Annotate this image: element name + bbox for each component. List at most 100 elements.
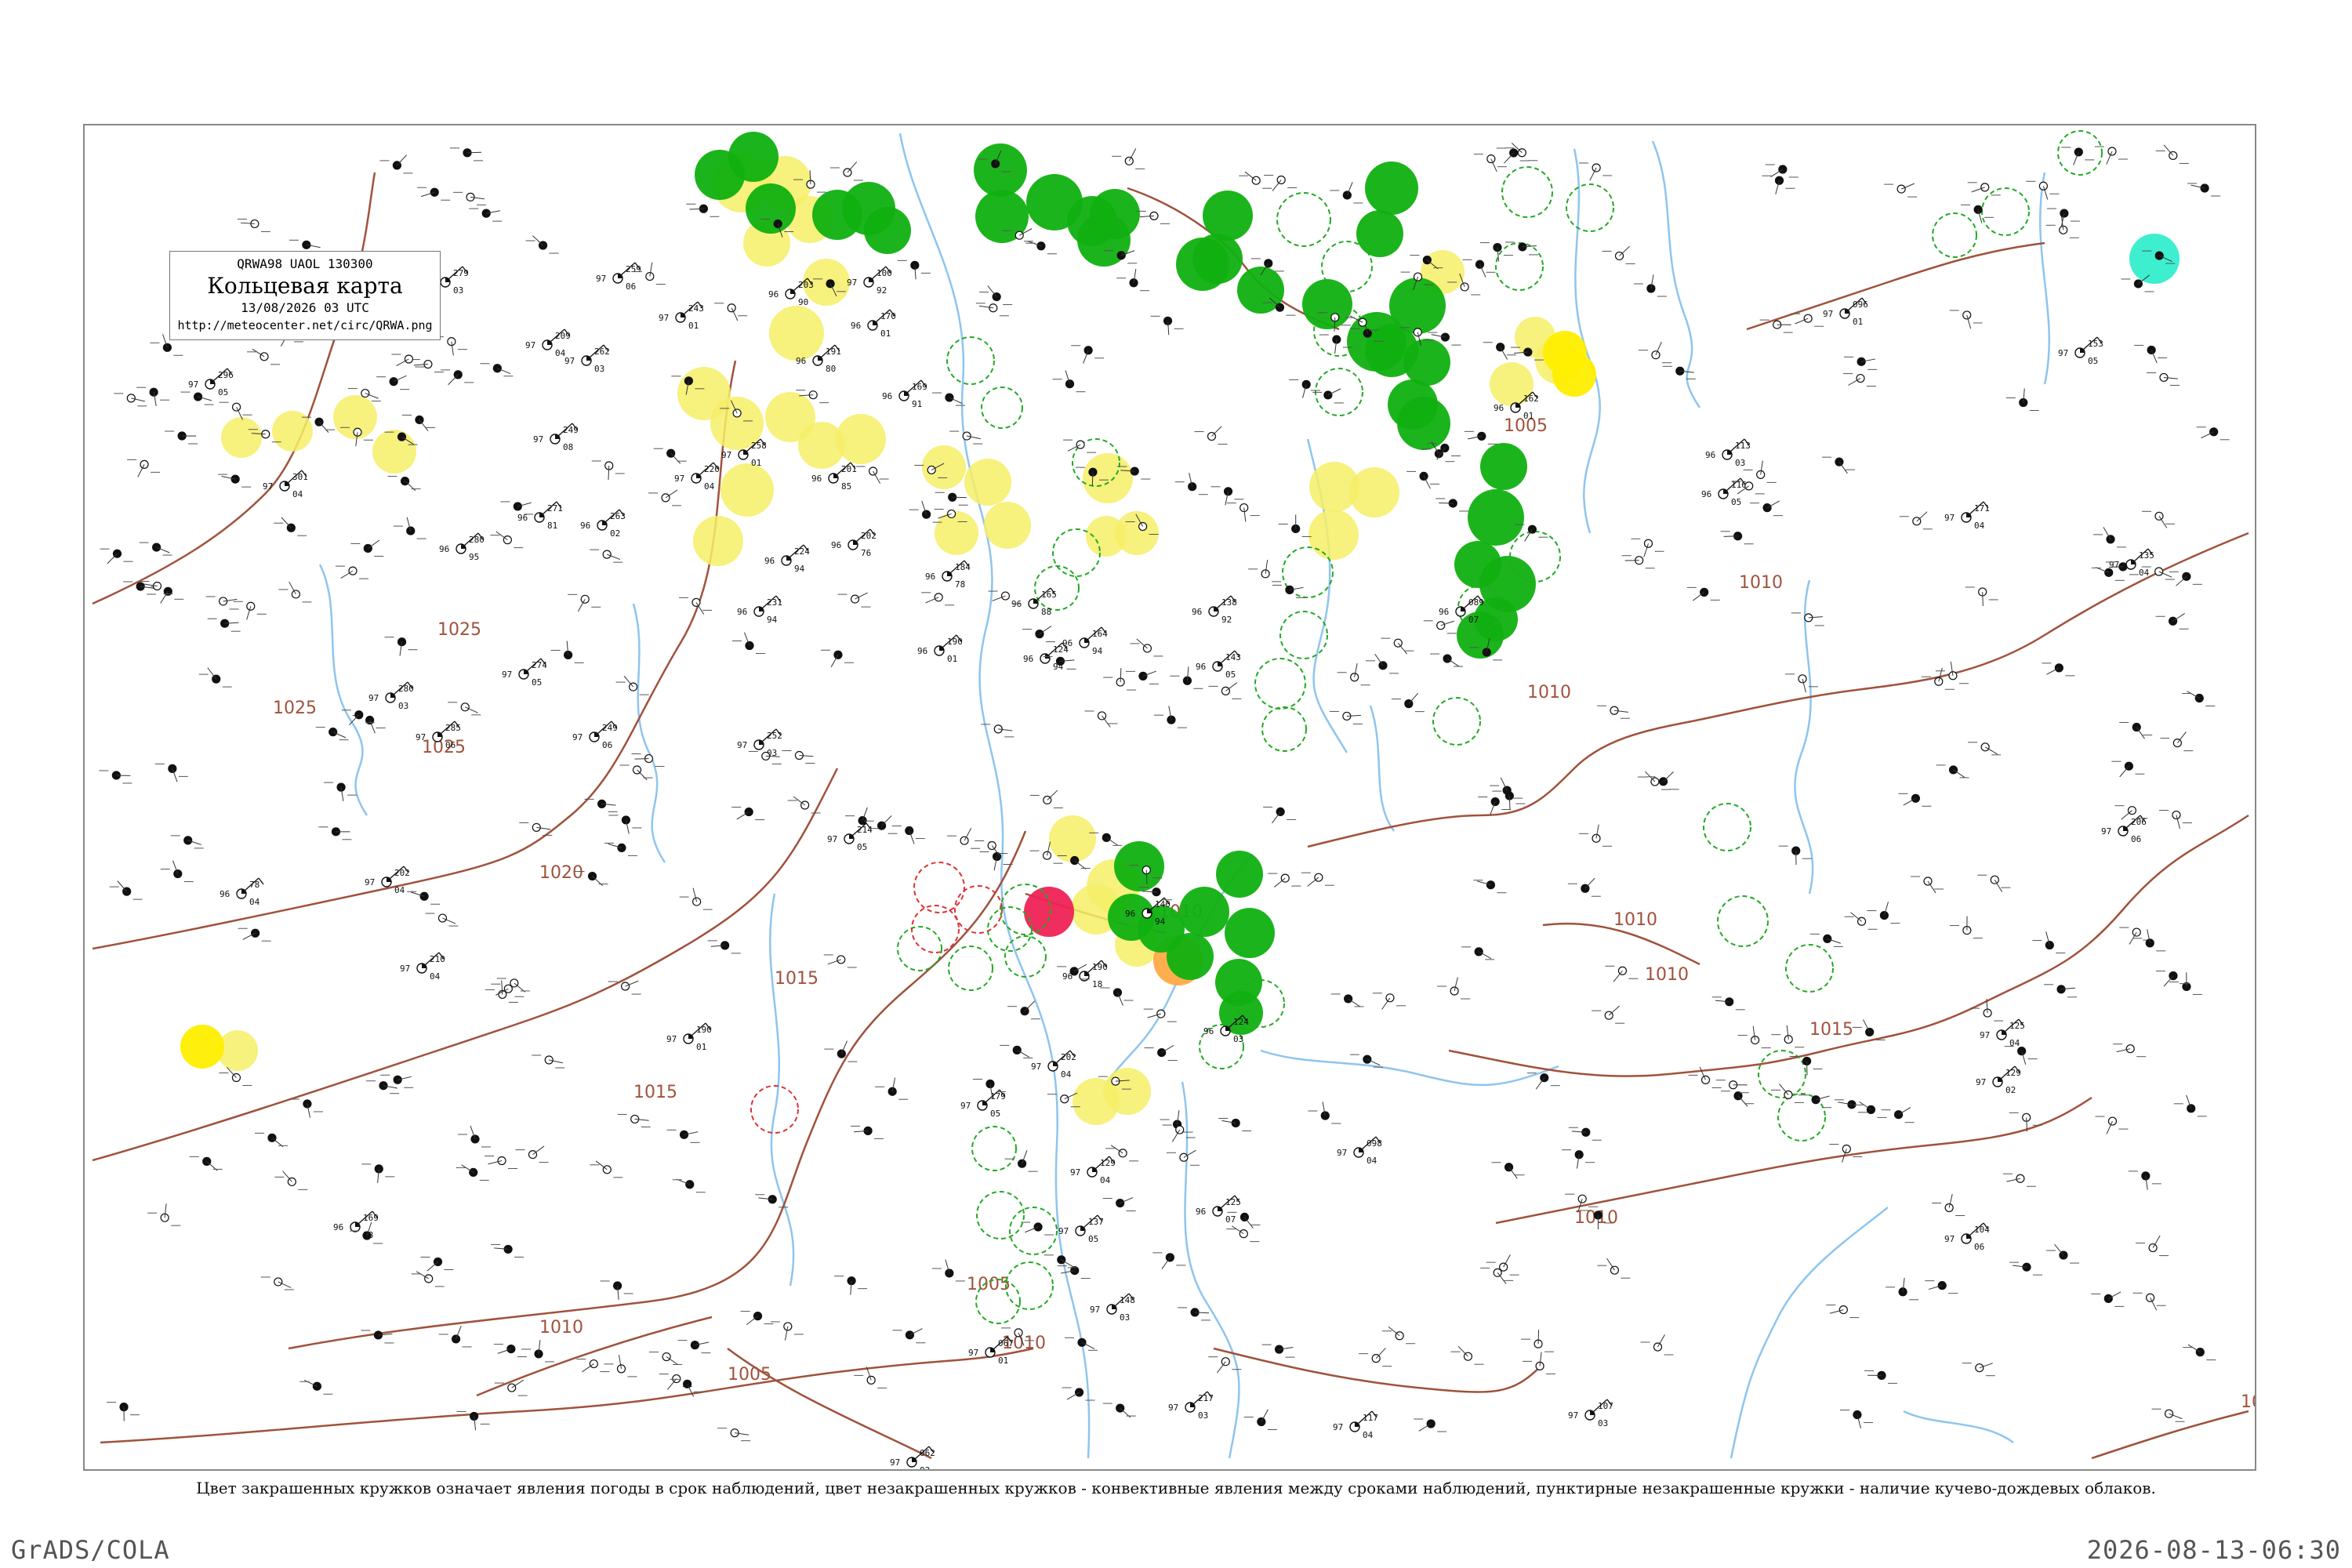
station-symbol — [260, 1276, 294, 1290]
station-plot: 117 97 04 — [1333, 1410, 1378, 1440]
station-tendency: 05 — [990, 1109, 1000, 1119]
station-tendency: 03 — [920, 1465, 930, 1469]
wind-barb — [1374, 653, 1384, 666]
station-symbol — [1491, 1162, 1525, 1179]
station-plot: 217 97 03 — [1168, 1391, 1214, 1421]
weather-circle-filled — [746, 183, 796, 234]
station-symbol — [1686, 586, 1720, 601]
station-symbol — [376, 375, 410, 390]
station-symbol — [2183, 1344, 2216, 1361]
station-tendency: 01 — [751, 458, 761, 468]
weather-circle-filled — [372, 430, 416, 474]
station-symbol — [2134, 344, 2168, 364]
station-pressure: 243 — [688, 303, 704, 314]
station-symbol — [1480, 1267, 1514, 1284]
weather-circle-filled — [964, 459, 1011, 506]
map-url[interactable]: http://meteocenter.net/circ/QRWA.png — [170, 318, 440, 332]
station-symbol — [1631, 538, 1664, 557]
station-symbol — [2093, 527, 2127, 548]
station-visibility: 96 — [1439, 607, 1449, 617]
wind-barb — [2163, 144, 2174, 156]
station-marker — [1477, 431, 1486, 441]
wind-barb — [666, 1378, 677, 1390]
station-symbol — [949, 430, 983, 445]
station-symbol — [590, 549, 623, 563]
station-symbol — [1621, 555, 1655, 569]
station-symbol — [1821, 456, 1855, 474]
station-marker — [2060, 209, 2069, 218]
station-visibility: 97 — [416, 732, 426, 742]
wind-barb — [1692, 591, 1704, 601]
weather-circle-outline — [1004, 935, 1047, 978]
station-visibility: 97 — [188, 379, 198, 390]
station-symbol — [1864, 1370, 1898, 1384]
station-plot: 224 96 94 — [764, 544, 810, 574]
map-frame[interactable]: 1030102510251020101510151010101010101010… — [83, 124, 2256, 1471]
station-marker — [173, 869, 183, 879]
station-symbol — [740, 1311, 774, 1325]
station-pressure: 100 — [877, 268, 892, 278]
station-visibility: 97 — [2101, 826, 2111, 837]
station-tendency: 04 — [430, 971, 441, 982]
station-plot: 129 97 02 — [1976, 1065, 2021, 1095]
station-pressure: 263 — [610, 511, 626, 521]
station-symbol — [731, 632, 765, 654]
isobar-label: 1025 — [422, 738, 466, 757]
station-plot: 263 96 02 — [580, 509, 626, 539]
station-symbol — [1102, 1196, 1136, 1212]
station-visibility: 97 — [1333, 1422, 1343, 1432]
station-symbol — [107, 1402, 140, 1421]
station-pressure: 202 — [1061, 1052, 1076, 1062]
station-symbol — [393, 517, 426, 539]
weather-circle-filled — [1104, 1068, 1151, 1115]
station-visibility: 97 — [1337, 1148, 1347, 1158]
station-visibility: 97 — [572, 732, 583, 742]
isobar-label: 1020 — [2241, 1392, 2255, 1412]
weather-circle-filled — [864, 207, 911, 254]
weather-circle-outline — [946, 336, 995, 385]
station-symbol — [189, 1156, 223, 1171]
station-symbol — [1605, 965, 1639, 982]
station-symbol — [401, 414, 435, 431]
station-symbol — [1084, 710, 1118, 728]
station-pressure: 285 — [445, 723, 461, 733]
station-pressure: 78 — [249, 880, 260, 890]
station-pressure: 190 — [696, 1025, 712, 1035]
weather-circle-outline — [971, 1126, 1017, 1171]
station-symbol — [2044, 984, 2078, 998]
map-title-box: QRWA98 UAOL 130300 Кольцевая карта 13/08… — [169, 251, 441, 340]
station-symbol — [123, 581, 157, 595]
station-marker — [987, 840, 996, 851]
station-symbol — [1977, 874, 2011, 892]
station-visibility: 96 — [851, 321, 861, 331]
station-plot: 1169605 — [1701, 477, 1747, 507]
wind-barb — [1272, 811, 1281, 824]
weather-circles — [180, 130, 2180, 1324]
station-symbol — [1578, 824, 1612, 847]
weather-circle-filled — [1552, 353, 1596, 397]
station-symbol — [679, 887, 713, 910]
wind-barb — [1225, 682, 1238, 691]
station-marker — [183, 836, 193, 845]
station-symbol — [2160, 731, 2194, 752]
station-tendency: 07 — [1468, 615, 1479, 625]
station-visibility: 97 — [890, 1457, 900, 1468]
station-symbol — [480, 363, 514, 377]
station-symbol — [299, 1379, 333, 1395]
weather-circle-filled — [2129, 234, 2180, 284]
weather-circle-filled — [1480, 443, 1527, 490]
station-marker — [837, 1049, 846, 1058]
weather-circle-outline — [1034, 565, 1080, 611]
station-pressure: 249 — [602, 723, 618, 733]
station-plot: 170 96 01 — [851, 309, 896, 339]
station-tendency: 94 — [1155, 916, 1166, 927]
weather-circle-filled — [1086, 516, 1127, 557]
station-symbol — [608, 980, 641, 995]
station-symbol — [1330, 182, 1363, 204]
wind-barb — [623, 676, 633, 688]
station-symbol — [407, 891, 441, 905]
station-symbol — [1166, 1149, 1200, 1166]
station-symbol — [1414, 1418, 1447, 1432]
station-pressure: 148 — [1120, 1295, 1135, 1305]
weather-circle-filled — [1225, 908, 1275, 958]
